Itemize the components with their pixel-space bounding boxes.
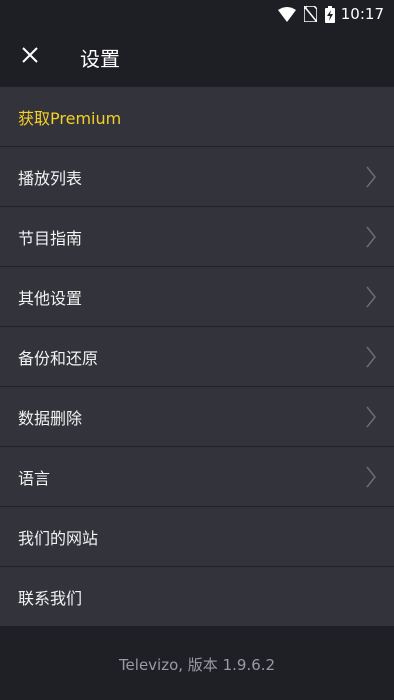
menu-item-label: 语言 (18, 468, 51, 488)
menu-item-label: 播放列表 (18, 168, 83, 188)
menu-item-playlists[interactable]: 播放列表 (0, 146, 394, 206)
settings-menu: 获取Premium 播放列表 节目指南 其他设置 备份和还原 数据删除 语言 我… (0, 86, 394, 626)
chevron-right-icon (366, 286, 376, 308)
wifi-icon (277, 6, 296, 22)
app-bar: 设置 (0, 28, 394, 86)
footer: Televizo, 版本 1.9.6.2 (0, 628, 394, 700)
menu-item-get-premium[interactable]: 获取Premium (0, 86, 394, 146)
menu-item-data-deletion[interactable]: 数据删除 (0, 386, 394, 446)
menu-item-contact-us[interactable]: 联系我们 (0, 566, 394, 626)
menu-item-our-website[interactable]: 我们的网站 (0, 506, 394, 566)
chevron-right-icon (366, 166, 376, 188)
chevron-right-icon (366, 226, 376, 248)
menu-item-backup-restore[interactable]: 备份和还原 (0, 326, 394, 386)
chevron-right-icon (366, 406, 376, 428)
menu-item-label: 联系我们 (18, 588, 83, 608)
chevron-right-icon (366, 346, 376, 368)
menu-item-other-settings[interactable]: 其他设置 (0, 266, 394, 326)
menu-item-label: 备份和还原 (18, 348, 99, 368)
status-bar: 10:17 (0, 0, 394, 28)
menu-item-label: 我们的网站 (18, 528, 99, 548)
menu-item-label: 数据删除 (18, 408, 83, 428)
no-sim-icon (303, 6, 317, 22)
menu-item-label: 获取Premium (18, 108, 122, 128)
menu-item-language[interactable]: 语言 (0, 446, 394, 506)
menu-item-tv-guide[interactable]: 节目指南 (0, 206, 394, 266)
menu-item-label: 节目指南 (18, 228, 83, 248)
clock: 10:17 (340, 5, 384, 23)
close-icon (22, 47, 38, 67)
chevron-right-icon (366, 466, 376, 488)
close-button[interactable] (0, 28, 60, 86)
page-title: 设置 (80, 46, 120, 71)
menu-item-label: 其他设置 (18, 288, 83, 308)
version-text: Televizo, 版本 1.9.6.2 (118, 655, 276, 674)
battery-charging-icon (324, 5, 335, 23)
